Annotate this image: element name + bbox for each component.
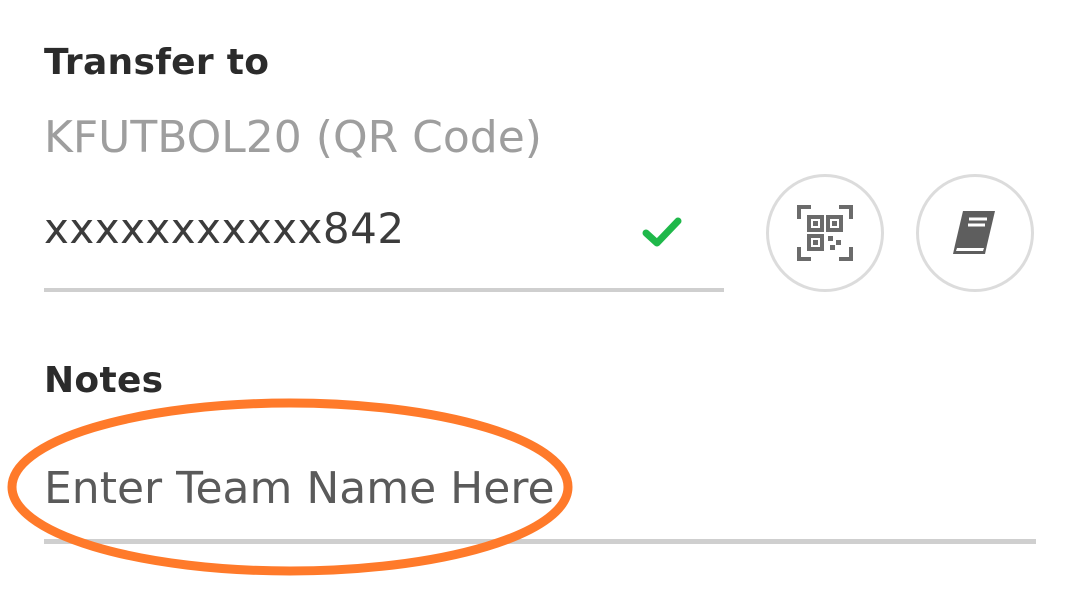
scan-qr-button[interactable]	[766, 174, 884, 292]
qr-code-icon	[797, 205, 853, 261]
address-book-icon	[953, 211, 995, 254]
check-icon	[642, 217, 682, 247]
notes-label: Notes	[44, 360, 164, 401]
notes-field-underline	[44, 539, 1036, 544]
account-field-underline	[44, 288, 724, 292]
account-number-field[interactable]: xxxxxxxxxxx842	[44, 198, 724, 292]
transfer-to-label: Transfer to	[44, 42, 270, 83]
account-number-value: xxxxxxxxxxx842	[44, 204, 405, 253]
address-book-button[interactable]	[916, 174, 1034, 292]
notes-field[interactable]	[44, 440, 1036, 544]
recipient-name: KFUTBOL20 (QR Code)	[44, 112, 542, 163]
notes-input[interactable]	[44, 448, 1004, 528]
